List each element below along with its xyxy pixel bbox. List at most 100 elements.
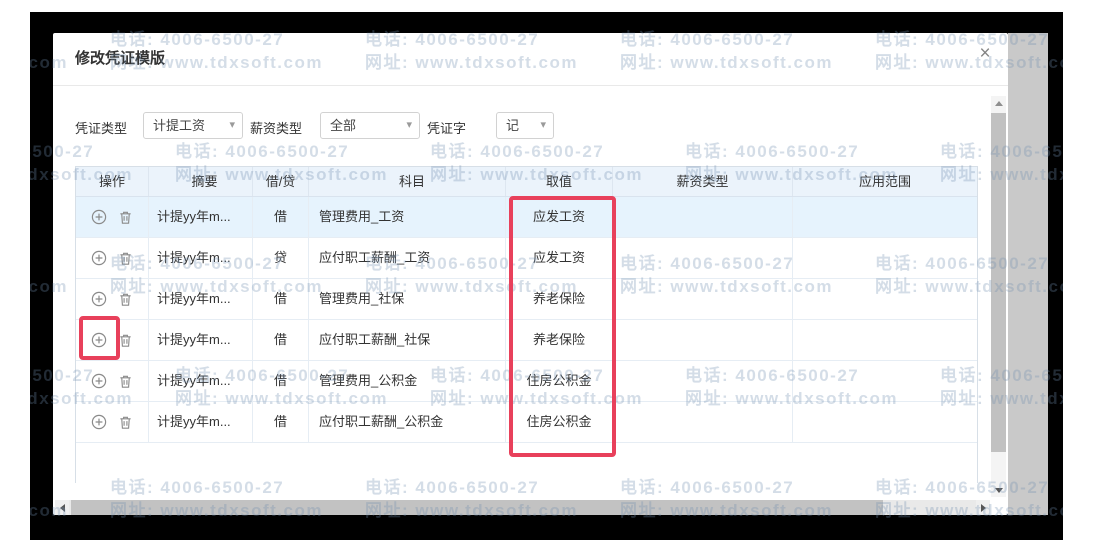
debit-credit-cell: 借 [253,279,309,319]
add-row-button[interactable] [90,291,107,308]
chevron-down-icon: ▾ [406,113,412,138]
account-cell: 管理费用_社保 [309,279,506,319]
delete-row-button[interactable] [117,209,134,226]
circle-plus-icon [91,332,107,348]
account-cell: 应付职工薪酬_工资 [309,238,506,278]
circle-plus-icon [91,414,107,430]
arrow-right-icon [981,504,986,512]
trash-icon [118,251,133,266]
salary-type-select[interactable]: 全部 ▾ [320,112,420,139]
dimmed-page-strip [1008,33,1048,515]
account-cell: 管理费用_工资 [309,197,506,237]
filter-row: 凭证类型 计提工资 ▾ 薪资类型 全部 ▾ 凭证字 记 ▾ [53,112,1008,140]
circle-plus-icon [91,291,107,307]
header-account: 科目 [309,167,506,196]
delete-row-button[interactable] [117,414,134,431]
scroll-up-button[interactable] [991,96,1006,110]
table-row: 计提yy年m...借管理费用_工资应发工资 [76,197,977,238]
delete-row-button[interactable] [117,373,134,390]
summary-cell: 计提yy年m... [149,279,253,319]
add-row-button[interactable] [90,414,107,431]
add-row-button[interactable] [90,250,107,267]
operation-cell [76,238,149,278]
header-scope: 应用范围 [793,167,977,196]
voucher-word-value: 记 [506,118,519,133]
salary-type-cell [613,402,793,442]
scroll-down-button[interactable] [991,483,1006,497]
arrow-up-icon [995,101,1003,106]
header-operation: 操作 [76,167,149,196]
trash-icon [118,333,133,348]
value-cell: 应发工资 [506,238,613,278]
header-summary: 摘要 [149,167,253,196]
screenshot-canvas: 修改凭证模版 × 凭证类型 计提工资 ▾ 薪资类型 全部 ▾ 凭证字 记 ▾ [0,0,1095,551]
summary-cell: 计提yy年m... [149,320,253,360]
table-footer-space [76,443,977,483]
operation-cell [76,320,149,360]
vertical-scrollbar-thumb[interactable] [991,113,1006,452]
close-icon[interactable]: × [974,43,996,65]
table-row: 计提yy年m...借应付职工薪酬_公积金住房公积金 [76,402,977,443]
delete-row-button[interactable] [117,332,134,349]
add-row-button[interactable] [90,332,107,349]
operation-cell [76,402,149,442]
modal-title: 修改凭证模版 [75,47,165,68]
screenshot-frame: 修改凭证模版 × 凭证类型 计提工资 ▾ 薪资类型 全部 ▾ 凭证字 记 ▾ [30,12,1063,540]
trash-icon [118,415,133,430]
operation-cell [76,279,149,319]
account-cell: 应付职工薪酬_公积金 [309,402,506,442]
title-divider [53,85,1008,86]
scope-cell [793,361,977,401]
summary-cell: 计提yy年m... [149,361,253,401]
salary-type-cell [613,320,793,360]
horizontal-scrollbar[interactable] [55,500,990,515]
add-row-button[interactable] [90,373,107,390]
operation-cell [76,361,149,401]
voucher-type-select[interactable]: 计提工资 ▾ [143,112,243,139]
delete-row-button[interactable] [117,250,134,267]
scope-cell [793,402,977,442]
table-row: 计提yy年m...贷应付职工薪酬_工资应发工资 [76,238,977,279]
voucher-word-select[interactable]: 记 ▾ [496,112,554,139]
scope-cell [793,238,977,278]
table-body: 计提yy年m...借管理费用_工资应发工资计提yy年m...贷应付职工薪酬_工资… [76,197,977,443]
table-row: 计提yy年m...借应付职工薪酬_社保养老保险 [76,320,977,361]
header-value: 取值 [506,167,613,196]
trash-icon [118,374,133,389]
scroll-left-button[interactable] [55,500,69,515]
value-cell: 养老保险 [506,320,613,360]
vertical-scrollbar[interactable] [991,96,1006,497]
value-cell: 住房公积金 [506,402,613,442]
circle-plus-icon [91,209,107,225]
summary-cell: 计提yy年m... [149,238,253,278]
voucher-type-label: 凭证类型 [75,118,127,137]
salary-type-cell [613,238,793,278]
value-cell: 应发工资 [506,197,613,237]
debit-credit-cell: 借 [253,402,309,442]
table-header-row: 操作 摘要 借/贷 科目 取值 薪资类型 应用范围 [76,167,977,197]
salary-type-cell [613,197,793,237]
scroll-right-button[interactable] [976,500,990,515]
trash-icon [118,210,133,225]
scope-cell [793,197,977,237]
horizontal-scrollbar-thumb[interactable] [71,500,883,515]
account-cell: 管理费用_公积金 [309,361,506,401]
arrow-down-icon [995,488,1003,493]
circle-plus-icon [91,373,107,389]
header-salary-type: 薪资类型 [613,167,793,196]
summary-cell: 计提yy年m... [149,197,253,237]
add-row-button[interactable] [90,209,107,226]
trash-icon [118,292,133,307]
salary-type-label: 薪资类型 [250,118,302,137]
voucher-entries-table: 操作 摘要 借/贷 科目 取值 薪资类型 应用范围 计提yy年m...借管理费用… [75,166,978,483]
debit-credit-cell: 借 [253,320,309,360]
circle-plus-icon [91,250,107,266]
scope-cell [793,320,977,360]
chevron-down-icon: ▾ [229,113,235,138]
salary-type-cell [613,279,793,319]
debit-credit-cell: 贷 [253,238,309,278]
delete-row-button[interactable] [117,291,134,308]
edit-voucher-template-modal: 修改凭证模版 × 凭证类型 计提工资 ▾ 薪资类型 全部 ▾ 凭证字 记 ▾ [53,33,1008,515]
scope-cell [793,279,977,319]
voucher-type-value: 计提工资 [153,118,205,133]
